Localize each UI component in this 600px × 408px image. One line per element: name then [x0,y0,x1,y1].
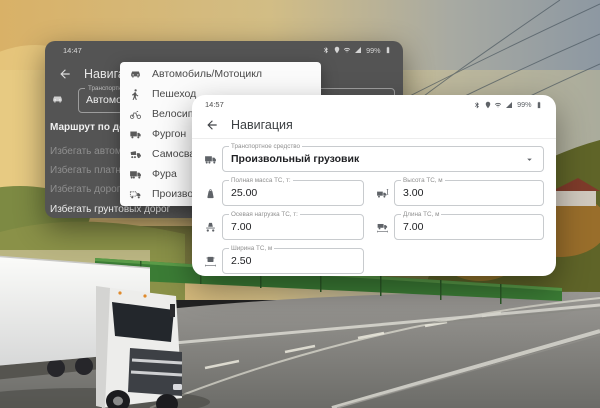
menu-item-car[interactable]: Автомобиль/Мотоцикл [120,64,321,84]
bluetooth-icon [473,101,481,109]
chevron-down-icon[interactable] [524,154,535,165]
status-icons: 99% [322,46,392,55]
car-icon [51,93,64,106]
vehicle-params-form: Транспортное средство Произвольный грузо… [204,146,544,274]
height-field[interactable]: Высота ТС, м3.00 [394,180,544,206]
battery-level: 99% [517,100,531,109]
field-icon-cell [376,180,394,206]
dark-status-bar: 14:47 99% [63,44,392,56]
bicycle-icon [129,108,142,121]
menu-item-label: Фургон [152,128,186,140]
battery-icon [384,46,392,54]
length-field[interactable]: Длина ТС, м7.00 [394,214,544,240]
field-icon-cell [204,214,222,240]
van-icon [129,128,142,141]
field-icon-cell [204,180,222,206]
location-icon [333,46,341,54]
field-icon-cell [376,214,394,240]
custom-truck-icon [129,188,142,201]
pedestrian-icon [129,88,142,101]
field-icon-cell [204,248,222,274]
truck-length-icon [376,221,389,234]
status-time: 14:47 [63,46,82,55]
car-icon [129,68,142,81]
status-time: 14:57 [205,100,224,109]
battery-icon [535,101,543,109]
semi-truck-icon [129,168,142,181]
light-status-bar: 14:57 99% [205,99,543,110]
back-arrow-icon[interactable] [205,118,219,132]
menu-item-label: Фура [152,168,177,180]
gross-weight-field[interactable]: Полная масса ТС, т:25.00 [222,180,364,206]
field-label: Осевая нагрузка ТС, т: [229,211,300,219]
field-label: Транспортное средство [229,143,302,151]
truck-icon [204,153,217,166]
dump-truck-icon [129,148,142,161]
field-label: Полная масса ТС, т: [229,177,293,185]
truck-height-icon [376,187,389,200]
wifi-icon [494,101,502,109]
wifi-icon [343,46,351,54]
field-label: Длина ТС, м [401,211,441,219]
menu-item-label: Автомобиль/Мотоцикл [152,68,262,80]
signal-icon [354,46,362,54]
vehicle-select[interactable]: Транспортное средство Произвольный грузо… [222,146,544,172]
axle-load-icon [204,221,217,234]
page-title: Навигация [231,118,293,132]
screenshot-root: 14:47 99% Навигация Транспортное средств… [0,0,600,408]
location-icon [484,101,492,109]
menu-item-label: Пешеход [152,88,196,100]
width-field[interactable]: Ширина ТС, м2.50 [222,248,364,274]
truck-width-icon [204,255,217,268]
light-navigation-screen: 14:57 99% Навигация Транспортное средств… [192,95,556,276]
back-arrow-icon[interactable] [58,67,72,81]
status-icons: 99% [473,100,543,109]
axle-load-field[interactable]: Осевая нагрузка ТС, т:7.00 [222,214,364,240]
field-label: Высота ТС, м [401,177,445,185]
params-grid: Полная масса ТС, т:25.00 Высота ТС, м3.00… [204,180,544,274]
battery-level: 99% [366,46,380,55]
vehicle-select-row: Транспортное средство Произвольный грузо… [204,146,544,172]
weight-icon [204,187,217,200]
bluetooth-icon [322,46,330,54]
light-header: Навигация [192,111,556,139]
field-label: Ширина ТС, м [229,245,274,253]
signal-icon [505,101,513,109]
